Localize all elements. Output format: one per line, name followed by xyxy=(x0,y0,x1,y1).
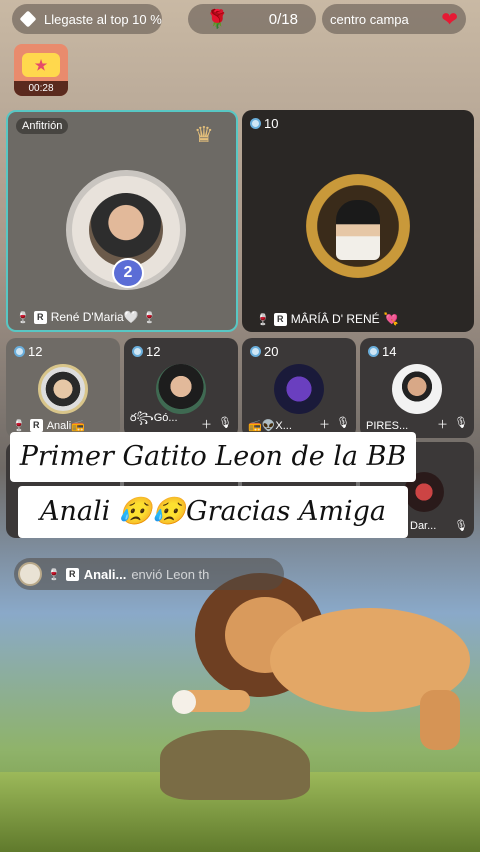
gift-count: 0/18 xyxy=(268,10,298,28)
cohost-name-row: 🍷 R MÂRÍÂ D' RENÉ 💘 xyxy=(256,312,399,326)
r-badge-icon: R xyxy=(65,567,79,581)
viewer-count: 14 xyxy=(368,344,396,359)
gift-notice[interactable]: 🍷 R Anali... envió Leon th xyxy=(14,558,284,590)
wine-glass-icon: 🍷 xyxy=(256,313,270,326)
guest-avatar[interactable] xyxy=(38,364,88,414)
add-icon[interactable]: ＋ xyxy=(201,416,212,432)
wine-glass-icon: 🍷 xyxy=(47,568,61,581)
mic-muted-icon[interactable]: 🎙 xyxy=(454,416,468,432)
guest-name-row: ర꧂Gó... xyxy=(130,410,178,432)
host-name-row: 🍷 R René D'Maria🤍 🍷 xyxy=(16,310,156,324)
guest-name-row: 📻👽X... xyxy=(248,419,292,432)
caption-line-1: Primer Gatito Leon de la BB xyxy=(10,432,416,482)
timer-text: 00:28 xyxy=(14,81,68,96)
guest-name: ర꧂Gó... xyxy=(130,412,178,424)
lion-badge-icon: ♛ xyxy=(194,122,214,147)
guest-tile[interactable]: 12 🍷 R Anali📻 xyxy=(6,338,120,438)
host-label: Anfitrión xyxy=(16,118,69,134)
viewer-count: 10 xyxy=(250,116,278,131)
viewer-count: 12 xyxy=(14,344,42,359)
viewer-icon xyxy=(368,346,379,357)
guest-controls: ＋ 🎙 xyxy=(437,416,468,432)
rank-text: Llegaste al top 10 % xyxy=(44,11,162,27)
viewer-number: 12 xyxy=(146,344,161,359)
viewer-number: 10 xyxy=(264,116,279,131)
gift-counter-pill[interactable]: 🌹 0/18 xyxy=(188,4,316,34)
r-badge-icon: R xyxy=(33,310,47,324)
guest-avatar[interactable] xyxy=(156,364,206,414)
guest-controls: 🎙 xyxy=(454,519,468,532)
guest-avatar[interactable] xyxy=(274,364,324,414)
guest-name: 📻👽X... xyxy=(248,420,292,432)
wine-glass-icon: 🍷 xyxy=(142,311,157,324)
gift-sender: Anali... xyxy=(83,566,127,582)
r-badge-icon: R xyxy=(29,419,43,432)
heart-icon: ❤ xyxy=(441,8,458,31)
host-tile[interactable]: Anfitrión ♛ 2 🍷 R René D'Maria🤍 🍷 xyxy=(6,110,238,332)
guest-tile[interactable]: 20 📻👽X... ＋ 🎙 xyxy=(242,338,356,438)
guest-controls: ＋ 🎙 xyxy=(201,416,232,432)
cohost-avatar[interactable] xyxy=(306,174,410,278)
viewer-number: 14 xyxy=(382,344,397,359)
guest-avatar[interactable] xyxy=(392,364,442,414)
guest-name-row: PIRES... xyxy=(366,420,408,432)
cohost-name: MÂRÍÂ D' RENÉ xyxy=(290,312,380,326)
guest-name-row: 🍷 R Anali📻 xyxy=(12,419,85,432)
viewer-number: 12 xyxy=(28,344,43,359)
sender-avatar xyxy=(18,562,42,586)
guest-name: PIRES... xyxy=(366,420,409,432)
viewer-icon xyxy=(250,346,261,357)
mic-muted-icon[interactable]: 🎙 xyxy=(336,416,350,432)
guest-tile[interactable]: 14 PIRES... ＋ 🎙 xyxy=(360,338,474,438)
guest-controls: ＋ 🎙 xyxy=(319,416,350,432)
heart-arrow-icon: 💘 xyxy=(383,312,399,326)
guest-name-row: Dar... xyxy=(410,520,436,532)
diamond-icon xyxy=(19,10,37,28)
cohost-tile[interactable]: 10 🍷 R MÂRÍÂ D' RENÉ 💘 xyxy=(242,110,474,332)
gift-action: envió Leon th xyxy=(131,566,210,582)
caption-line-2: Anali 😥😥Gracias Amiga xyxy=(18,486,408,538)
room-title-pill[interactable]: centro campa ❤ xyxy=(322,4,466,34)
mic-muted-icon[interactable]: 🎙 xyxy=(454,519,468,532)
wine-glass-icon: 🍷 xyxy=(12,420,26,432)
mic-muted-icon[interactable]: 🎙 xyxy=(218,416,232,432)
room-title: centro campa xyxy=(330,11,409,27)
wine-glass-icon: 🍷 xyxy=(16,311,30,324)
viewer-count: 20 xyxy=(250,344,278,359)
r-badge-icon: R xyxy=(273,312,287,326)
guest-name: Dar... xyxy=(410,520,437,532)
add-icon[interactable]: ＋ xyxy=(437,416,448,432)
rank-pill[interactable]: Llegaste al top 10 % xyxy=(12,4,162,34)
guest-name: Anali📻 xyxy=(46,420,85,432)
level-badge: 2 xyxy=(112,258,144,288)
event-logo-icon: ★ xyxy=(22,53,60,77)
viewer-icon xyxy=(14,346,25,357)
viewer-number: 20 xyxy=(264,344,279,359)
add-icon[interactable]: ＋ xyxy=(319,416,330,432)
host-name: René D'Maria🤍 xyxy=(50,310,139,324)
viewer-icon xyxy=(132,346,143,357)
rose-icon: 🌹 xyxy=(206,8,229,29)
event-timer[interactable]: ★ 00:28 xyxy=(14,44,68,96)
viewer-icon xyxy=(250,118,261,129)
viewer-count: 12 xyxy=(132,344,160,359)
guest-tile[interactable]: 12 ర꧂Gó... ＋ 🎙 xyxy=(124,338,238,438)
